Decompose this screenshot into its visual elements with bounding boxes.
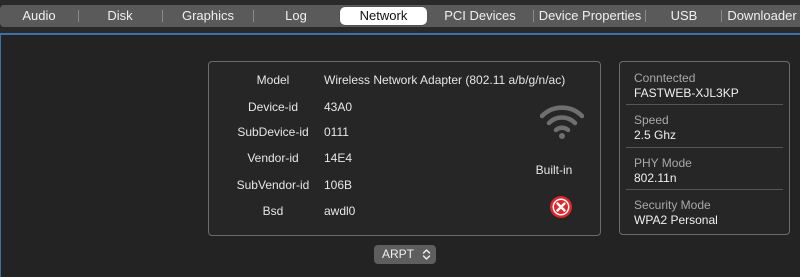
tab-disk[interactable]: Disk [84,5,156,27]
security-mode-title: Security Mode [634,198,711,212]
divider [626,189,783,190]
tab-separator [78,10,79,22]
built-in-label: Built-in [535,163,573,177]
tab-separator [533,10,534,22]
connection-info-box: Conntected FASTWEB-XJL3KP Speed 2.5 Ghz … [619,61,790,235]
tab-audio[interactable]: Audio [6,5,72,27]
field-label: Model [256,73,290,87]
field-value: 106B [324,178,353,192]
tab-network[interactable]: Network [340,7,427,25]
field-label: Bsd [262,204,284,218]
tab-separator [162,10,163,22]
connected-value: FASTWEB-XJL3KP [634,86,739,100]
tab-device-properties[interactable]: Device Properties [537,5,643,27]
field-value: 43A0 [324,100,353,114]
wifi-icon [539,104,585,145]
tab-separator [721,10,722,22]
tab-separator [253,10,254,22]
speed-title: Speed [634,113,669,127]
speed-value: 2.5 Ghz [634,128,677,142]
interface-select-value: ARPT [382,247,415,261]
field-label: Device-id [247,100,298,114]
field-value: 14E4 [324,151,353,165]
tab-downloader[interactable]: Downloader [724,5,800,27]
field-value: Wireless Network Adapter (802.11 a/b/g/n… [324,73,566,87]
tab-separator [645,10,646,22]
field-label: SubDevice-id [237,125,309,139]
divider [626,147,783,148]
field-label: Vendor-id [247,151,299,165]
field-value: 0111 [324,125,349,139]
phy-mode-value: 802.11n [634,171,677,185]
field-label: SubVendor-id [236,178,310,192]
tab-bar: Audio Disk Graphics Log Network PCI Devi… [0,5,800,27]
device-info-box: Model Wireless Network Adapter (802.11 a… [208,61,601,236]
tab-usb[interactable]: USB [652,5,716,27]
tab-pci-devices[interactable]: PCI Devices [430,5,530,27]
security-mode-value: WPA2 Personal [634,213,718,227]
tab-log[interactable]: Log [260,5,332,27]
phy-mode-title: PHY Mode [634,156,692,170]
chevron-up-down-icon [422,248,431,267]
divider [626,104,783,105]
tab-graphics[interactable]: Graphics [168,5,248,27]
close-circle-icon[interactable] [549,195,573,224]
connected-title: Conntected [634,71,696,85]
interface-select[interactable]: ARPT [374,245,436,264]
field-value: awdl0 [324,204,356,218]
